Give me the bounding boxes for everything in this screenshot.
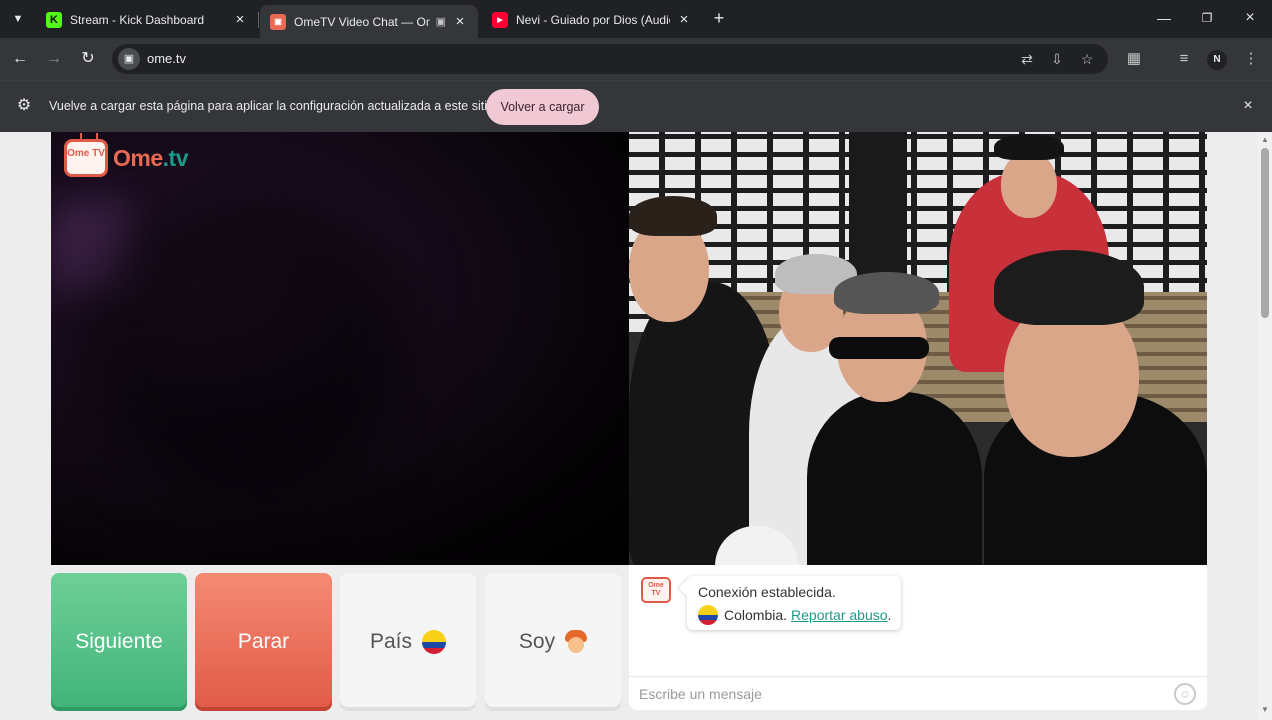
site-info-icon[interactable]: ▣ bbox=[118, 48, 140, 70]
media-controls-icon[interactable]: ≡ bbox=[1173, 49, 1195, 69]
tab-ometv[interactable]: ▣ OmeTV Video Chat — Ome ▣ × bbox=[260, 5, 478, 38]
emoji-icon[interactable]: ☺ bbox=[1174, 683, 1196, 705]
puzzle-icon[interactable]: ▦ bbox=[1123, 49, 1145, 69]
window-close-button[interactable]: × bbox=[1230, 6, 1270, 30]
message-input[interactable] bbox=[639, 683, 1159, 705]
next-button[interactable]: Siguiente bbox=[51, 573, 187, 711]
browser-toolbar: ← → ↻ ▣ ome.tv ⇄ ⇩ ☆ ▦ ≡ N ⋮ bbox=[0, 38, 1272, 80]
country-button-label: País bbox=[369, 630, 413, 653]
reload-button[interactable]: Volver a cargar bbox=[486, 89, 599, 125]
report-abuse-link[interactable]: Reportar abuso bbox=[791, 607, 888, 623]
close-icon[interactable]: × bbox=[676, 11, 692, 28]
media-playing-icon: ▣ bbox=[435, 16, 446, 28]
reload-infobar: ⚙ Vuelve a cargar esta página para aplic… bbox=[0, 80, 1272, 132]
back-arrow-icon[interactable]: ← bbox=[8, 47, 32, 71]
minimize-button[interactable]: — bbox=[1144, 6, 1184, 30]
system-message: Conexión establecida. Colombia. Reportar… bbox=[687, 576, 901, 630]
chat-panel: Ome TV Conexión establecida. Colombia. R… bbox=[629, 565, 1207, 710]
partner-country: Colombia. bbox=[724, 607, 788, 623]
kick-icon: K bbox=[46, 11, 62, 28]
gender-button[interactable]: Soy bbox=[485, 573, 621, 711]
chevron-down-icon[interactable]: ▼ bbox=[6, 8, 30, 30]
logo-word-ome: Ome bbox=[113, 144, 163, 171]
ometv-logo[interactable]: Ome TV Ome.tv bbox=[64, 137, 188, 179]
translate-icon[interactable]: ⇄ bbox=[1017, 50, 1037, 68]
scroll-up-icon[interactable]: ▲ bbox=[1258, 134, 1272, 146]
url-text[interactable]: ome.tv bbox=[147, 51, 186, 66]
plus-icon[interactable]: + bbox=[708, 7, 730, 29]
boy-emoji-icon bbox=[565, 630, 588, 654]
report-suffix: . bbox=[887, 607, 892, 623]
partner-country-line: Colombia. Reportar abuso. bbox=[698, 605, 891, 625]
scrollbar-thumb[interactable] bbox=[1261, 148, 1269, 318]
forward-arrow-icon[interactable]: → bbox=[42, 47, 66, 71]
stop-button[interactable]: Parar bbox=[195, 573, 332, 711]
colombia-flag-icon bbox=[422, 630, 447, 654]
country-filter-button[interactable]: País bbox=[340, 573, 476, 711]
ometv-logo-badge: Ome TV bbox=[64, 139, 108, 177]
restore-button[interactable]: ❐ bbox=[1187, 6, 1227, 30]
star-icon[interactable]: ☆ bbox=[1077, 50, 1097, 68]
connection-status: Conexión establecida. bbox=[698, 584, 836, 600]
video-person bbox=[807, 392, 982, 565]
tab-title: Stream - Kick Dashboard bbox=[70, 12, 205, 27]
close-icon[interactable]: × bbox=[232, 11, 248, 28]
gear-icon: ⚙ bbox=[16, 97, 32, 114]
kebab-menu-icon[interactable]: ⋮ bbox=[1240, 49, 1262, 69]
tab-divider bbox=[258, 12, 259, 28]
infobar-message: Vuelve a cargar esta página para aplicar… bbox=[49, 99, 494, 113]
address-bar[interactable]: ▣ ome.tv ⇄ ⇩ ☆ bbox=[112, 44, 1108, 74]
logo-word-tv: .tv bbox=[162, 144, 189, 171]
partner-video bbox=[629, 132, 1207, 565]
reload-icon[interactable]: ↻ bbox=[76, 47, 100, 71]
tab-strip: ▼ K Stream - Kick Dashboard × ▣ OmeTV Vi… bbox=[0, 0, 1272, 38]
gender-button-label: Soy bbox=[518, 630, 556, 653]
install-app-icon[interactable]: ⇩ bbox=[1047, 50, 1067, 68]
close-icon[interactable]: × bbox=[452, 13, 468, 30]
chat-input-bar: ☺ bbox=[629, 676, 1207, 710]
tab-title: Nevi - Guiado por Dios (Audio bbox=[516, 12, 670, 27]
close-icon[interactable]: × bbox=[1238, 96, 1258, 116]
tab-title: OmeTV Video Chat — Ome bbox=[294, 14, 430, 29]
ometv-icon: ▣ bbox=[270, 13, 286, 30]
ometv-chat-icon: Ome TV bbox=[641, 577, 671, 603]
youtube-icon: ▶ bbox=[492, 11, 508, 28]
avatar[interactable]: N bbox=[1207, 50, 1227, 70]
sunglasses bbox=[829, 337, 929, 359]
colombia-flag-icon bbox=[698, 605, 718, 625]
tab-youtube[interactable]: ▶ Nevi - Guiado por Dios (Audio × bbox=[482, 5, 702, 34]
self-video bbox=[51, 132, 629, 565]
tab-kick-dashboard[interactable]: K Stream - Kick Dashboard × bbox=[36, 5, 258, 34]
ometv-logo-wordmark: Ome.tv bbox=[113, 145, 188, 172]
scroll-down-icon[interactable]: ▼ bbox=[1258, 704, 1272, 716]
